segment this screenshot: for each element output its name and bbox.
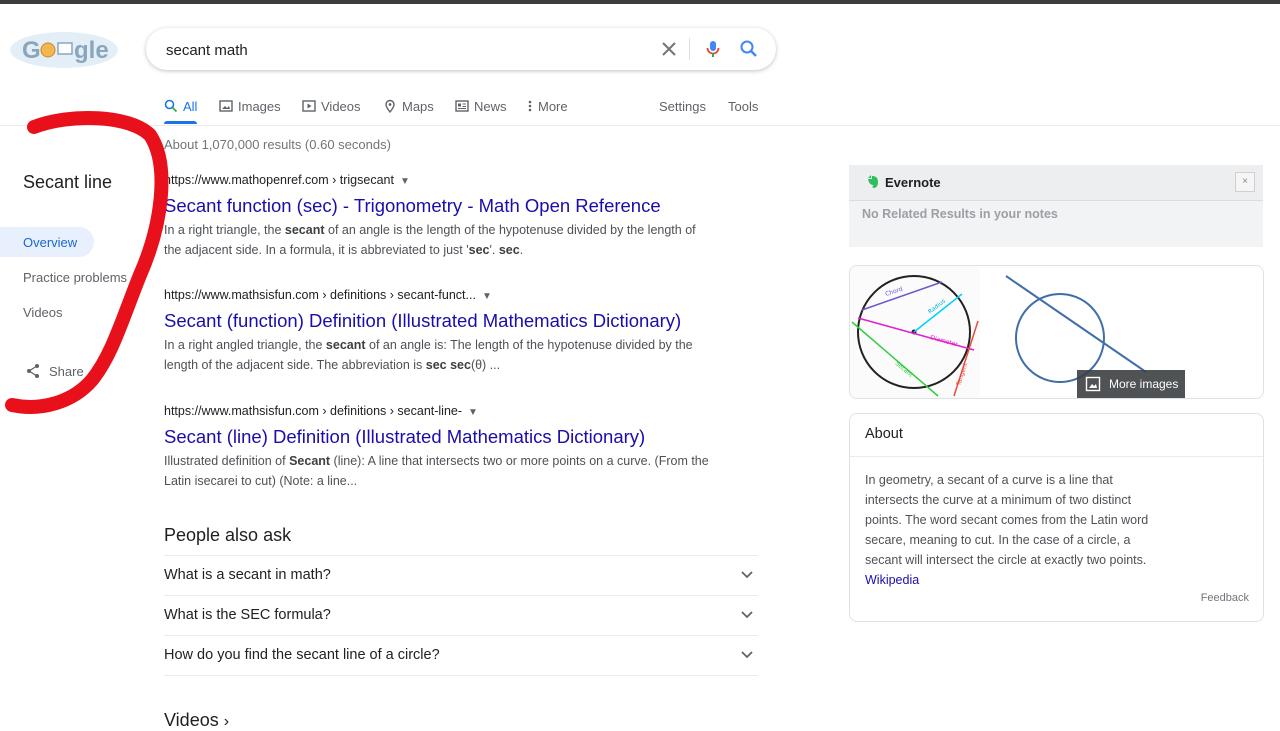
result-url[interactable]: https://www.mathsisfun.com › definitions… [164,286,724,304]
search-result: https://www.mathsisfun.com › definitions… [164,402,724,491]
tab-label: Videos [321,98,361,114]
paa-question-text: How do you find the secant line of a cir… [164,647,440,663]
map-pin-icon [385,99,395,113]
url-menu-caret-icon[interactable]: ▼ [400,176,410,187]
diagram-label: Tangent [955,361,970,387]
evernote-header: Evernote × [849,165,1263,201]
tab-videos[interactable]: Videos [302,96,361,116]
search-box [146,28,776,72]
result-snippet: Illustrated definition of Secant (line):… [164,454,709,488]
result-snippet: In a right angled triangle, the secant o… [164,338,693,372]
settings-label: Settings [659,98,706,114]
search-result: https://www.mathsisfun.com › definitions… [164,286,724,375]
image-card: Chord Radius Diameter Secant Tangent Mor… [849,265,1264,399]
tab-maps[interactable]: Maps [383,96,434,116]
window-top-border [0,0,1280,4]
tab-label: Maps [402,98,434,114]
result-title[interactable]: Secant function (sec) - Trigonometry - M… [164,194,724,218]
diagram-label: Secant [894,360,915,379]
microphone-icon[interactable] [703,39,723,59]
about-description: In geometry, a secant of a curve is a li… [865,473,1149,587]
svg-text:G: G [22,37,41,64]
paa-divider [164,675,758,676]
evernote-close-button[interactable]: × [1235,172,1255,192]
paa-question-text: What is the SEC formula? [164,607,331,623]
evernote-elephant-icon [868,175,878,188]
result-snippet: In a right triangle, the secant of an an… [164,223,696,257]
diagram-label: Diameter [929,334,958,348]
news-icon [455,100,469,112]
url-menu-caret-icon[interactable]: ▼ [482,291,492,302]
evernote-logo: Evernote [865,174,941,190]
google-logo[interactable]: G gle [8,28,120,72]
result-url[interactable]: https://www.mathopenref.com › trigsecant… [164,171,724,189]
videos-heading[interactable]: Videos › [164,710,229,731]
header-divider [0,125,1280,126]
settings-link[interactable]: Settings [659,96,706,116]
wikipedia-link[interactable]: Wikipedia [865,573,919,587]
result-title[interactable]: Secant (line) Definition (Illustrated Ma… [164,425,724,449]
tab-label: More [538,98,568,114]
result-title[interactable]: Secant (function) Definition (Illustrate… [164,309,724,333]
evernote-message: No Related Results in your notes [862,207,1058,221]
chevron-down-icon [741,651,753,659]
paa-question[interactable]: What is the SEC formula? [164,595,758,636]
svg-text:gle: gle [74,37,109,64]
paa-question[interactable]: How do you find the secant line of a cir… [164,635,758,676]
url-menu-caret-icon[interactable]: ▼ [468,407,478,418]
about-divider [850,456,1263,457]
about-title: About [865,426,903,442]
video-icon [302,100,316,112]
image-icon [219,100,233,112]
evernote-panel: Evernote × No Related Results in your no… [849,165,1263,247]
tab-more[interactable]: More [527,96,568,116]
people-also-ask-title: People also ask [164,525,292,545]
image-icon [1085,376,1101,392]
tab-label: News [474,98,507,114]
more-images-button[interactable]: More images [1077,370,1185,398]
more-dots-icon [528,100,532,112]
paa-question-text: What is a secant in math? [164,567,331,583]
chevron-right-icon: › [223,713,230,730]
tab-news[interactable]: News [455,96,507,116]
chevron-down-icon [741,611,753,619]
tools-link[interactable]: Tools [728,96,758,116]
search-result: https://www.mathopenref.com › trigsecant… [164,171,724,260]
chevron-down-icon [741,571,753,579]
tab-label: All [183,98,198,114]
result-stats: About 1,070,000 results (0.60 seconds) [164,137,391,152]
circle-diagram-image[interactable]: Chord Radius Diameter Secant Tangent [850,266,980,398]
paa-question[interactable]: What is a secant in math? [164,555,758,596]
clear-icon[interactable] [659,39,679,59]
search-divider [689,38,690,60]
feedback-link[interactable]: Feedback [1201,592,1249,604]
search-input[interactable] [164,28,648,72]
about-card: About In geometry, a secant of a curve i… [849,413,1264,622]
result-url[interactable]: https://www.mathsisfun.com › definitions… [164,402,724,420]
search-icon[interactable] [739,39,759,59]
tools-label: Tools [728,98,759,114]
tab-label: Images [238,98,281,114]
tab-images[interactable]: Images [219,96,281,116]
red-annotation-stroke [5,110,169,414]
